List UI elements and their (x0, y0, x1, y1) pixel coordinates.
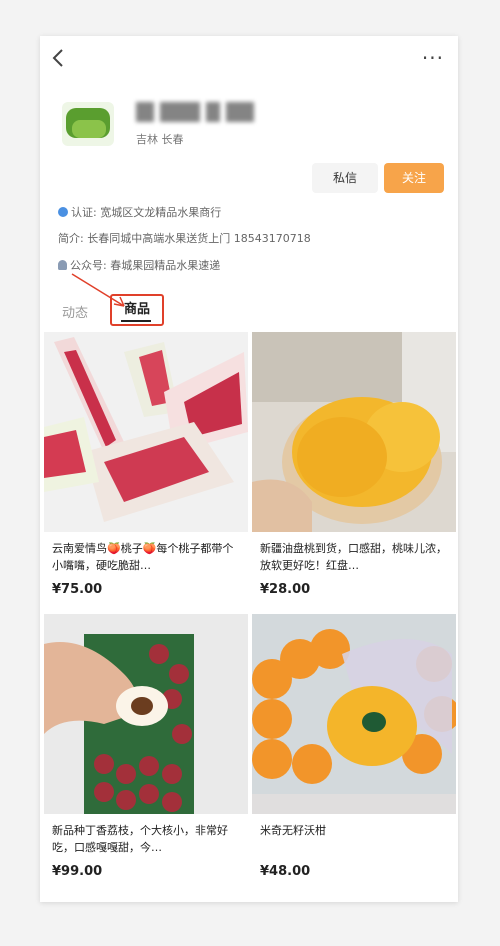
product-price: ¥99.00 (52, 864, 103, 879)
intro-line: 简介: 长春同城中高端水果送货上门 18543170718 (58, 230, 311, 246)
intro-value: 长春同城中高端水果送货上门 18543170718 (87, 232, 311, 245)
public-account-value: 春城果园精品水果速递 (110, 259, 221, 272)
shop-location: 吉林 长春 (136, 133, 184, 146)
certification-value: 宽城区文龙精品水果商行 (100, 206, 222, 219)
certification-key: 认证: (71, 206, 97, 219)
more-icon[interactable]: ··· (422, 46, 444, 70)
avatar-leaf-shape-2 (72, 120, 106, 138)
verified-icon (58, 207, 68, 217)
intro-key: 简介: (58, 232, 84, 245)
product-title: 米奇无籽沃柑 (260, 824, 326, 837)
product-title: 新品种丁香荔枝，个大核小，非常好吃，口感嘎嘎甜，今… (52, 824, 228, 854)
public-account-key: 公众号: (70, 259, 107, 272)
tab-dynamic[interactable]: 动态 (62, 302, 88, 321)
product-price: ¥75.00 (52, 582, 103, 597)
avatar[interactable] (62, 102, 114, 146)
product-card[interactable]: 新品种丁香荔枝，个大核小，非常好吃，口感嘎嘎甜，今… ¥99.00 (44, 614, 248, 902)
product-title: 云南爱情鸟🍑桃子🍑每个桃子都带个小嘴嘴，硬吃脆甜… (52, 542, 234, 572)
public-account-line[interactable]: 公众号: 春城果园精品水果速递 (58, 257, 220, 273)
product-image (44, 614, 248, 814)
message-button[interactable]: 私信 (312, 163, 378, 193)
phone-screen: ··· 吉林 长春 私信 关注 认证: 宽城区文龙精品水果商行 简介: 长春同城… (40, 36, 458, 902)
certification-line: 认证: 宽城区文龙精品水果商行 (58, 204, 221, 220)
product-price: ¥48.00 (260, 864, 311, 879)
follow-button[interactable]: 关注 (384, 163, 444, 193)
product-card[interactable]: 云南爱情鸟🍑桃子🍑每个桃子都带个小嘴嘴，硬吃脆甜… ¥75.00 (44, 332, 248, 614)
product-price: ¥28.00 (260, 582, 311, 597)
shop-name-blurred (136, 102, 254, 122)
product-card[interactable]: 新疆油盘桃到货，口感甜，桃味儿浓，放软更好吃！红盘… ¥28.00 (252, 332, 456, 614)
product-image (252, 332, 456, 532)
person-icon (58, 260, 67, 270)
product-title: 新疆油盘桃到货，口感甜，桃味儿浓，放软更好吃！红盘… (260, 542, 447, 572)
product-image (252, 614, 456, 814)
back-icon[interactable] (52, 48, 72, 72)
product-image (44, 332, 248, 532)
product-card[interactable]: 米奇无籽沃柑 ¥48.00 (252, 614, 456, 902)
active-tab-underline (121, 320, 151, 322)
